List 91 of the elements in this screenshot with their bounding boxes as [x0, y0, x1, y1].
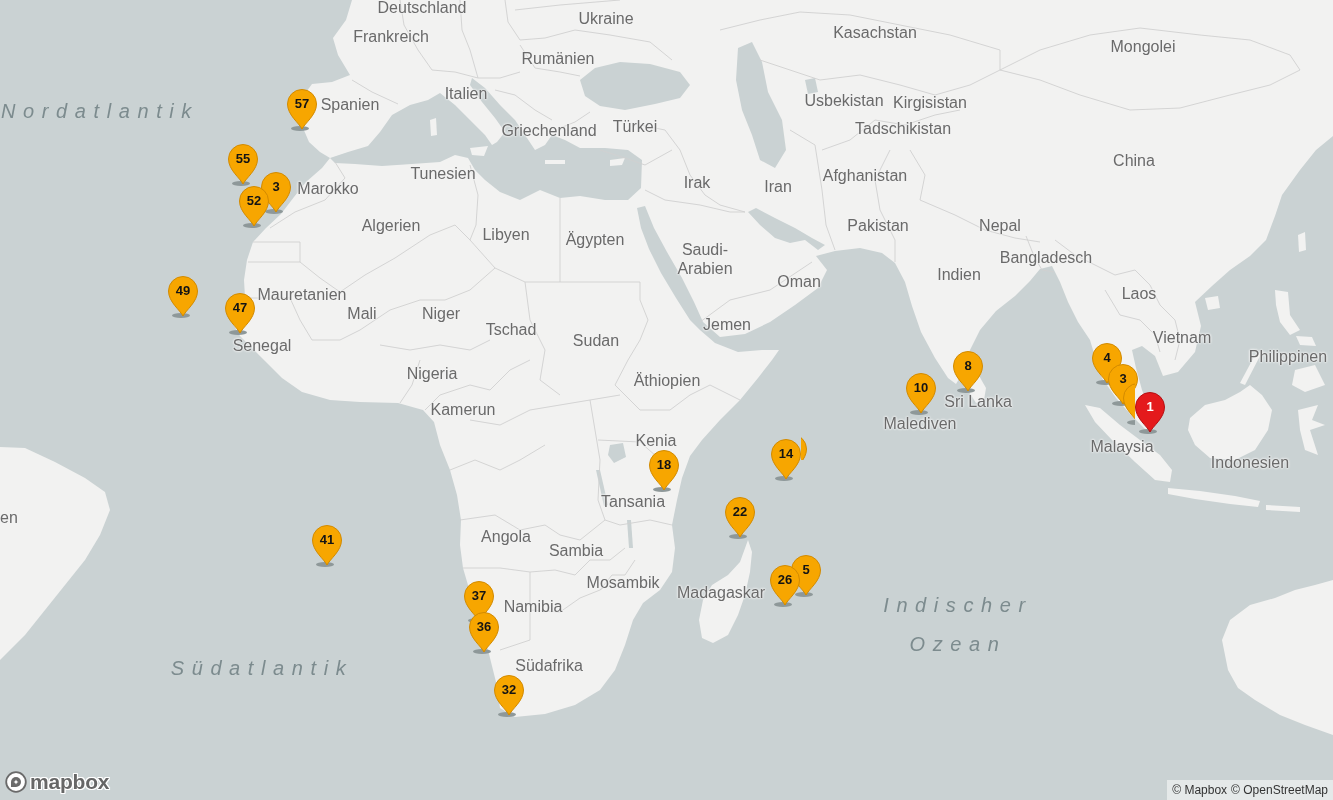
country-label: Malaysia: [1090, 439, 1154, 455]
pin-icon: [469, 612, 499, 654]
pin-icon: [494, 675, 524, 717]
logo-icon: [5, 771, 27, 793]
ocean-label: Südatlantik: [170, 656, 354, 680]
map-marker[interactable]: [801, 434, 807, 460]
country-label: Angola: [481, 529, 531, 545]
country-label: Mosambik: [586, 575, 660, 591]
island: [470, 146, 488, 156]
pin-icon: [312, 525, 342, 567]
country-label: Marokko: [297, 181, 359, 197]
country-label: Ukraine: [578, 11, 634, 27]
country-label: Mauretanien: [257, 287, 347, 303]
country-label: Frankreich: [353, 29, 429, 45]
country-label: Spanien: [320, 97, 380, 113]
country-label: Tadschikistan: [855, 121, 951, 137]
ocean-label: Indischer Ozean: [883, 593, 1033, 657]
country-label: Niger: [421, 306, 461, 322]
country-label: Algerien: [361, 218, 421, 234]
attribution-link[interactable]: © OpenStreetMap: [1231, 782, 1328, 798]
country-label: Indonesien: [1210, 455, 1290, 471]
country-label: Sambia: [548, 543, 604, 559]
country-label: Kenia: [635, 433, 677, 449]
country-label: Oman: [777, 274, 821, 290]
attribution-link[interactable]: © Mapbox: [1172, 782, 1228, 798]
ocean-label: Nordatlantik: [1, 99, 199, 123]
country-label: Tansania: [601, 494, 665, 510]
country-label: Irak: [683, 175, 711, 191]
country-label: Südafrika: [515, 658, 583, 674]
pin-icon: [239, 186, 269, 228]
country-label: Mongolei: [1110, 39, 1176, 55]
country-label: Usbekistan: [804, 93, 884, 109]
pin-icon: [906, 373, 936, 415]
island: [1205, 296, 1220, 310]
country-label: Philippinen: [1248, 349, 1328, 365]
island: [430, 118, 437, 136]
pin-icon: [770, 565, 800, 607]
pin-icon: [225, 293, 255, 335]
country-label: Indien: [937, 267, 981, 283]
country-label: Kirgisistan: [893, 95, 967, 111]
country-label: Italien: [444, 86, 488, 102]
pin-icon: [228, 144, 258, 186]
country-label: Äthiopien: [633, 373, 701, 389]
country-border: [494, 89, 553, 121]
country-label: Senegal: [232, 338, 292, 354]
island: [610, 158, 625, 166]
country-label: Saudi-Arabien: [677, 240, 733, 278]
lake: [608, 443, 626, 463]
country-label: Tunesien: [410, 166, 476, 182]
logo-link[interactable]: mapbox: [5, 770, 110, 794]
country-label: Afghanistan: [822, 168, 908, 184]
pin-icon: [261, 172, 291, 214]
country-label: Rumänien: [521, 51, 595, 67]
country-label: Malediven: [883, 416, 957, 432]
country-label: Tschad: [485, 322, 537, 338]
country-label: Kamerun: [430, 402, 496, 418]
country-label: Bangladesch: [999, 250, 1093, 266]
country-label: Griechenland: [501, 123, 597, 139]
pin-icon: [168, 276, 198, 318]
country-label: Namibia: [503, 599, 563, 615]
lake: [805, 78, 818, 94]
country-label: Nepal: [979, 218, 1021, 234]
country-label: en: [0, 510, 18, 526]
country-label: Jemen: [703, 317, 751, 333]
country-label: Mali: [347, 306, 377, 322]
country-label: Sri Lanka: [944, 394, 1012, 410]
pin-icon: [464, 581, 494, 623]
island: [545, 160, 565, 164]
pin-icon: [725, 497, 755, 539]
island: [1292, 365, 1325, 392]
country-label: Pakistan: [847, 218, 909, 234]
country-label: Ägypten: [565, 232, 625, 248]
country-label: Türkei: [612, 119, 658, 135]
island: [1298, 232, 1306, 252]
map-marker[interactable]: [1123, 383, 1135, 425]
country-label: China: [1113, 153, 1155, 169]
country-label: Nigeria: [406, 366, 458, 382]
pin-icon: [287, 89, 317, 131]
country-label: Sudan: [572, 333, 620, 349]
country-label: Madagaskar: [677, 585, 765, 601]
country-label: Kasachstan: [833, 25, 917, 41]
country-label: Laos: [1121, 286, 1157, 302]
pin-icon: [649, 450, 679, 492]
country-label: Iran: [764, 179, 792, 195]
country-label: Vietnam: [1152, 330, 1212, 346]
lake: [627, 520, 633, 548]
pin-icon: [953, 351, 983, 393]
island: [1266, 505, 1300, 512]
island: [1298, 405, 1325, 455]
country-label: Deutschland: [377, 0, 467, 16]
country-label: Libyen: [482, 227, 530, 243]
